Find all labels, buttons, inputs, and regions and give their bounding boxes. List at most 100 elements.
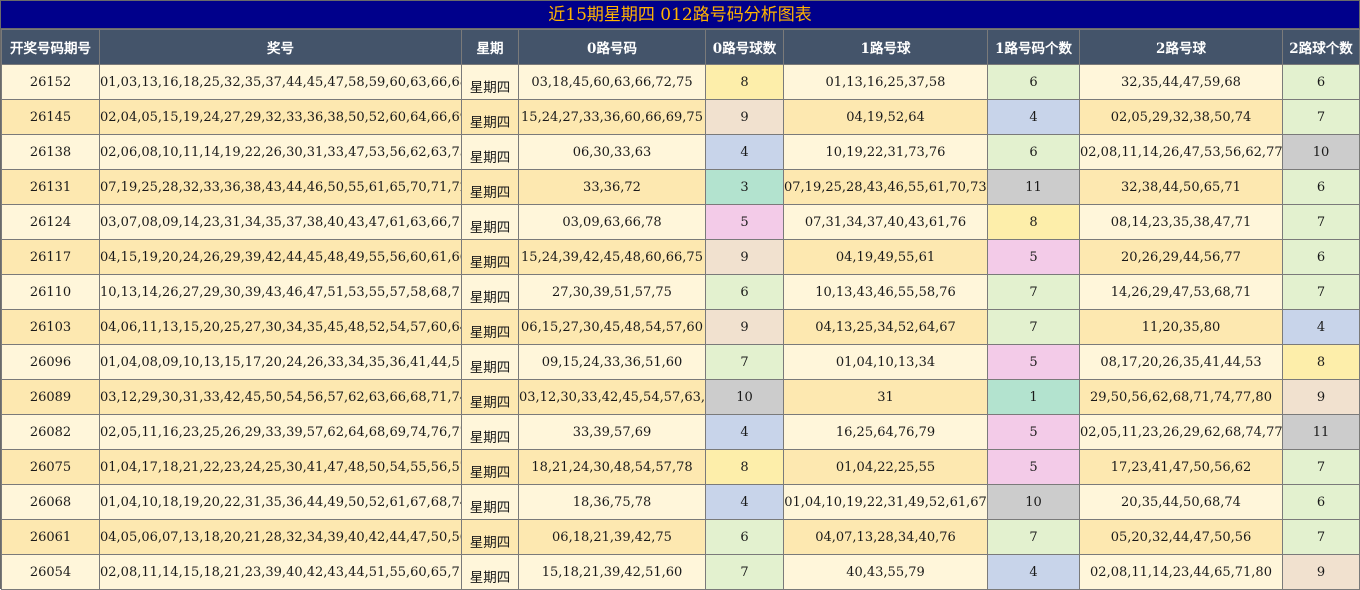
table-row: 26096 01,04,08,09,10,13,15,17,20,24,26,33… (1, 344, 1360, 380)
header-numbers: 奖号 (99, 29, 462, 65)
numbers-cell: 03,07,08,09,14,23,31,34,35,37,38,40,43,4… (99, 204, 462, 240)
table-row: 26068 01,04,10,18,19,20,22,31,35,36,44,49… (1, 484, 1360, 520)
two-count-cell: 9 (1282, 554, 1360, 590)
header-zero-count: 0路号球数 (705, 29, 784, 65)
two-route-cell: 32,35,44,47,59,68 (1079, 64, 1283, 100)
two-count-cell: 6 (1282, 239, 1360, 275)
zero-route-cell: 06,15,27,30,45,48,54,57,60 (518, 309, 706, 345)
zero-count-cell: 8 (705, 64, 784, 100)
two-route-cell: 20,26,29,44,56,77 (1079, 239, 1283, 275)
weekday-cell: 星期四 (461, 379, 519, 415)
numbers-cell: 02,04,05,15,19,24,27,29,32,33,36,38,50,5… (99, 99, 462, 135)
table-row: 26061 04,05,06,07,13,18,20,21,28,32,34,39… (1, 519, 1360, 555)
weekday-label: 星期四 (469, 324, 511, 341)
weekday-label: 星期四 (469, 289, 511, 306)
weekday-cell: 星期四 (461, 204, 519, 240)
weekday-cell: 星期四 (461, 274, 519, 310)
one-route-cell: 07,19,25,28,43,46,55,61,70,73,79 (783, 169, 988, 205)
issue-cell: 26138 (1, 134, 100, 170)
one-route-cell: 10,13,43,46,55,58,76 (783, 274, 988, 310)
numbers-cell: 04,05,06,07,13,18,20,21,28,32,34,39,40,4… (99, 519, 462, 555)
weekday-cell: 星期四 (461, 554, 519, 590)
one-count-cell: 6 (987, 134, 1080, 170)
one-count-cell: 5 (987, 344, 1080, 380)
issue-cell: 26054 (1, 554, 100, 590)
two-count-cell: 7 (1282, 99, 1360, 135)
issue-cell: 26103 (1, 309, 100, 345)
one-count-cell: 5 (987, 449, 1080, 485)
zero-route-cell: 33,36,72 (518, 169, 706, 205)
table-row: 26124 03,07,08,09,14,23,31,34,35,37,38,40… (1, 204, 1360, 240)
zero-route-cell: 06,18,21,39,42,75 (518, 519, 706, 555)
table-row: 26117 04,15,19,20,24,26,29,39,42,44,45,48… (1, 239, 1360, 275)
issue-cell: 26082 (1, 414, 100, 450)
weekday-cell: 星期四 (461, 344, 519, 380)
zero-route-cell: 18,21,24,30,48,54,57,78 (518, 449, 706, 485)
zero-count-cell: 4 (705, 134, 784, 170)
numbers-cell: 02,08,11,14,15,18,21,23,39,40,42,43,44,5… (99, 554, 462, 590)
numbers-cell: 01,04,17,18,21,22,23,24,25,30,41,47,48,5… (99, 449, 462, 485)
two-route-cell: 20,35,44,50,68,74 (1079, 484, 1283, 520)
weekday-label: 星期四 (469, 184, 511, 201)
issue-cell: 26075 (1, 449, 100, 485)
issue-cell: 26089 (1, 379, 100, 415)
weekday-label: 星期四 (469, 219, 511, 236)
weekday-label: 星期四 (469, 394, 511, 411)
zero-count-cell: 9 (705, 99, 784, 135)
numbers-cell: 04,15,19,20,24,26,29,39,42,44,45,48,49,5… (99, 239, 462, 275)
weekday-label: 星期四 (469, 254, 511, 271)
header-row: 开奖号码期号 奖号 星期 0路号码 0路号球数 1路号球 1路号码个数 2路号球… (1, 29, 1360, 65)
weekday-cell: 星期四 (461, 484, 519, 520)
two-count-cell: 7 (1282, 274, 1360, 310)
two-count-cell: 6 (1282, 484, 1360, 520)
one-route-cell: 07,31,34,37,40,43,61,76 (783, 204, 988, 240)
zero-count-cell: 5 (705, 204, 784, 240)
two-route-cell: 08,17,20,26,35,41,44,53 (1079, 344, 1283, 380)
weekday-cell: 星期四 (461, 449, 519, 485)
two-count-cell: 11 (1282, 414, 1360, 450)
weekday-cell: 星期四 (461, 64, 519, 100)
weekday-cell: 星期四 (461, 134, 519, 170)
weekday-label: 星期四 (469, 499, 511, 516)
one-route-cell: 10,19,22,31,73,76 (783, 134, 988, 170)
one-route-cell: 01,13,16,25,37,58 (783, 64, 988, 100)
weekday-label: 星期四 (469, 149, 511, 166)
one-count-cell: 8 (987, 204, 1080, 240)
zero-count-cell: 6 (705, 519, 784, 555)
header-issue: 开奖号码期号 (1, 29, 100, 65)
numbers-cell: 10,13,14,26,27,29,30,39,43,46,47,51,53,5… (99, 274, 462, 310)
zero-count-cell: 3 (705, 169, 784, 205)
weekday-label: 星期四 (469, 464, 511, 481)
analysis-table: 开奖号码期号 奖号 星期 0路号码 0路号球数 1路号球 1路号码个数 2路号球… (1, 29, 1360, 590)
numbers-cell: 01,03,13,16,18,25,32,35,37,44,45,47,58,5… (99, 64, 462, 100)
weekday-cell: 星期四 (461, 99, 519, 135)
weekday-cell: 星期四 (461, 309, 519, 345)
table-row: 26131 07,19,25,28,32,33,36,38,43,44,46,50… (1, 169, 1360, 205)
weekday-label: 星期四 (469, 569, 511, 586)
numbers-cell: 02,06,08,10,11,14,19,22,26,30,31,33,47,5… (99, 134, 462, 170)
table-row: 26152 01,03,13,16,18,25,32,35,37,44,45,47… (1, 64, 1360, 100)
two-count-cell: 6 (1282, 64, 1360, 100)
one-count-cell: 11 (987, 169, 1080, 205)
table-row: 26089 03,12,29,30,31,33,42,45,50,54,56,57… (1, 379, 1360, 415)
header-two-route: 2路号球 (1079, 29, 1283, 65)
two-route-cell: 11,20,35,80 (1079, 309, 1283, 345)
zero-route-cell: 06,30,33,63 (518, 134, 706, 170)
zero-route-cell: 18,36,75,78 (518, 484, 706, 520)
two-route-cell: 02,05,29,32,38,50,74 (1079, 99, 1283, 135)
weekday-cell: 星期四 (461, 169, 519, 205)
zero-count-cell: 6 (705, 274, 784, 310)
numbers-cell: 01,04,10,18,19,20,22,31,35,36,44,49,50,5… (99, 484, 462, 520)
zero-count-cell: 4 (705, 484, 784, 520)
one-route-cell: 16,25,64,76,79 (783, 414, 988, 450)
numbers-cell: 02,05,11,16,23,25,26,29,33,39,57,62,64,6… (99, 414, 462, 450)
one-route-cell: 04,19,52,64 (783, 99, 988, 135)
table-row: 26145 02,04,05,15,19,24,27,29,32,33,36,38… (1, 99, 1360, 135)
two-route-cell: 02,05,11,23,26,29,62,68,74,77,80 (1079, 414, 1283, 450)
issue-cell: 26110 (1, 274, 100, 310)
two-count-cell: 8 (1282, 344, 1360, 380)
two-route-cell: 08,14,23,35,38,47,71 (1079, 204, 1283, 240)
issue-cell: 26061 (1, 519, 100, 555)
zero-route-cell: 33,39,57,69 (518, 414, 706, 450)
one-count-cell: 7 (987, 309, 1080, 345)
